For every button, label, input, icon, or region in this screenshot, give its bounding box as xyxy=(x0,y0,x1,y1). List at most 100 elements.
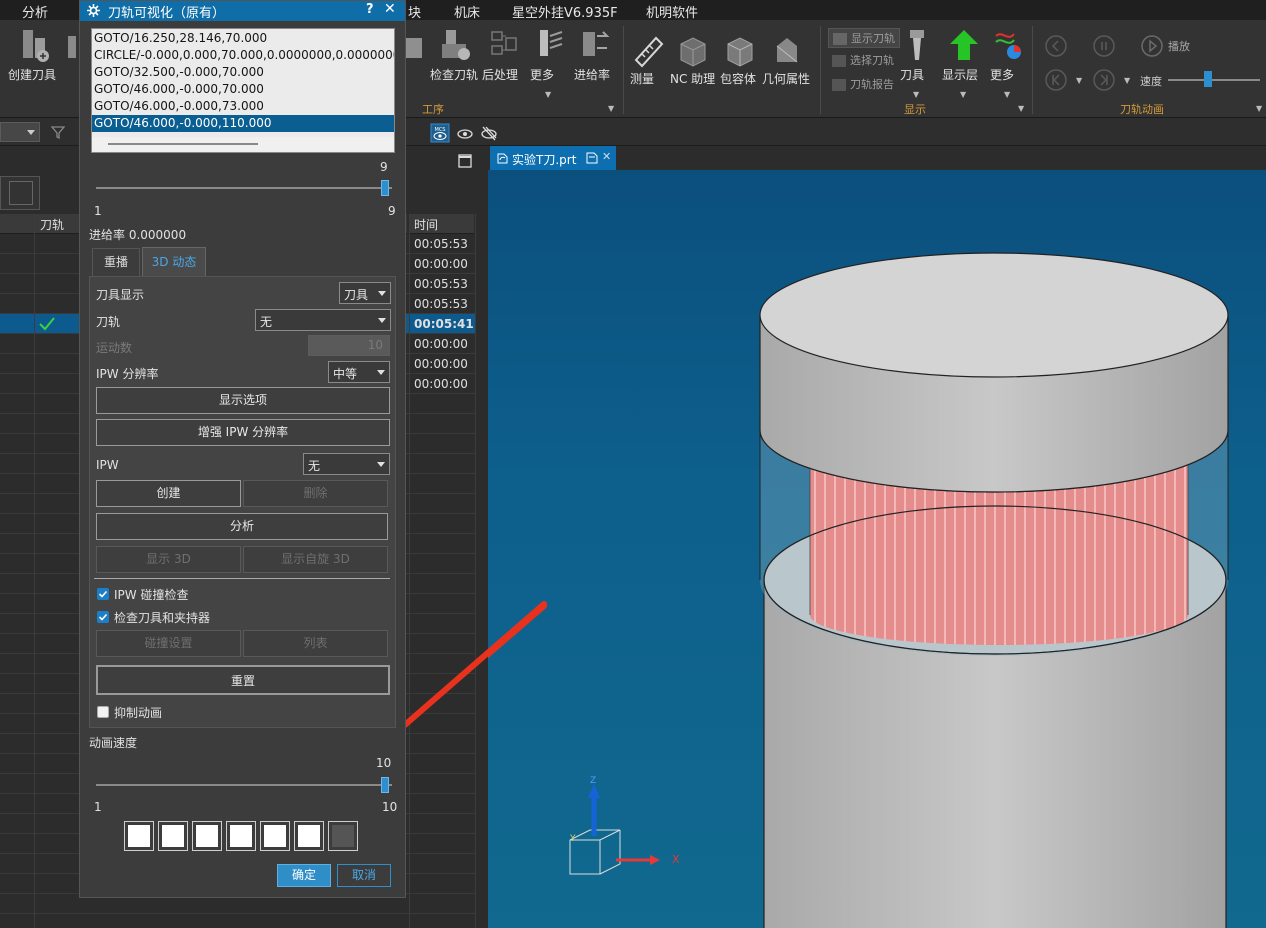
step-back-icon[interactable] xyxy=(1044,34,1068,58)
play-icon[interactable] xyxy=(1140,34,1164,58)
reset-button[interactable]: 重置 xyxy=(96,665,390,695)
filter-icon[interactable] xyxy=(50,124,66,140)
ipw-resolution-select[interactable]: 中等 xyxy=(328,361,390,383)
menu-block[interactable]: 块 xyxy=(408,2,421,21)
toolpath-list[interactable]: GOTO/16.250,28.146,70.000 CIRCLE/-0.000,0… xyxy=(91,28,395,153)
group-expand-icon[interactable]: ▼ xyxy=(1256,104,1262,113)
group-expand-icon[interactable]: ▼ xyxy=(608,104,614,113)
forward-icon[interactable] xyxy=(1092,68,1116,92)
close-icon[interactable]: ✕ xyxy=(384,1,396,17)
speed-level-fill xyxy=(264,825,286,847)
create-tool-button[interactable]: 创建刀具 xyxy=(8,28,60,82)
simulate-button[interactable]: 仿真 xyxy=(404,28,428,66)
menu-machine[interactable]: 机床 xyxy=(454,2,480,21)
speed-slider-track[interactable] xyxy=(1168,79,1260,81)
header-time[interactable]: 时间 xyxy=(410,214,474,234)
show-3d-button[interactable]: 显示 3D xyxy=(96,546,241,573)
show-toolpath-item[interactable]: 显示刀轨 xyxy=(828,28,900,48)
tab-replay[interactable]: 重播 xyxy=(92,248,140,276)
list-item[interactable]: GOTO/46.000,-0.000,110.000 xyxy=(92,115,394,132)
eye-icon[interactable] xyxy=(456,124,474,142)
chevron-down-icon[interactable]: ▼ xyxy=(1076,76,1082,85)
group-expand-icon[interactable]: ▼ xyxy=(1018,104,1024,113)
speed-slider-thumb[interactable] xyxy=(1204,71,1212,87)
slider1-max: 9 xyxy=(388,204,396,218)
hide-icon[interactable] xyxy=(480,124,498,142)
list-button[interactable]: 列表 xyxy=(243,630,388,657)
maximize-icon[interactable] xyxy=(458,154,472,168)
tool-display-button[interactable]: 刀具 ▼ xyxy=(900,28,934,99)
menu-analysis[interactable]: 分析 xyxy=(22,2,48,21)
suppress-animation-checkbox[interactable] xyxy=(97,706,109,718)
toolpath-select[interactable]: 无 xyxy=(255,309,391,331)
tab-replay-label: 重播 xyxy=(103,255,128,269)
feedrate-button[interactable]: 进给率 xyxy=(574,28,618,82)
speed-level-square xyxy=(158,821,188,851)
ipw-select[interactable]: 无 xyxy=(303,453,390,475)
grid-line xyxy=(409,214,410,928)
toolpath-report-item[interactable]: 刀轨报告 xyxy=(832,76,894,92)
speed-slider-thumb[interactable] xyxy=(381,777,389,793)
ipw-collision-checkbox[interactable] xyxy=(97,588,109,600)
help-icon[interactable]: ? xyxy=(366,2,374,17)
dialog-titlebar[interactable]: 刀轨可视化（原有） ? ✕ xyxy=(80,1,405,21)
display-layer-icon xyxy=(950,30,978,60)
list-scroll-thumb[interactable] xyxy=(108,143,258,145)
list-item[interactable]: CIRCLE/-0.000,0.000,70.000,0.0000000,0.0… xyxy=(92,47,394,64)
enhance-ipw-button[interactable]: 增强 IPW 分辨率 xyxy=(96,419,390,446)
nav-toolbar-button[interactable] xyxy=(0,176,40,210)
menu-xingkong-plugin[interactable]: 星空外挂V6.935F xyxy=(512,2,618,21)
list-item[interactable]: GOTO/46.000,-0.000,73.000 xyxy=(92,98,394,115)
ok-button[interactable]: 确定 xyxy=(277,864,331,887)
more-display-button[interactable]: 更多 ▼ xyxy=(990,28,1026,99)
tab-3d-dynamic[interactable]: 3D 动态 xyxy=(142,247,206,277)
filter-combo[interactable] xyxy=(0,122,40,142)
toolpath-visualization-dialog: 刀轨可视化（原有） ? ✕ GOTO/16.250,28.146,70.000 C… xyxy=(79,0,406,898)
toolpath-label: 刀轨 xyxy=(96,315,121,329)
speed-slider-track[interactable] xyxy=(96,784,392,786)
bounding-body-button[interactable]: 包容体 xyxy=(720,34,760,86)
ipw-resolution-value: 中等 xyxy=(333,367,358,381)
chevron-down-icon[interactable]: ▼ xyxy=(1124,76,1130,85)
analyze-button[interactable]: 分析 xyxy=(96,513,388,540)
check-tool-holder-checkbox[interactable] xyxy=(97,611,109,623)
create-button[interactable]: 创建 xyxy=(96,480,241,507)
display-layer-button[interactable]: 显示层 ▼ xyxy=(942,28,986,99)
graphics-viewport[interactable]: X Y Z xyxy=(488,170,1266,928)
list-item[interactable]: GOTO/16.250,28.146,70.000 xyxy=(92,30,394,47)
list-item[interactable]: GOTO/46.000,-0.000,70.000 xyxy=(92,81,394,98)
tool-display-select[interactable]: 刀具 xyxy=(339,282,391,304)
speed-level-square xyxy=(124,821,154,851)
close-tab-icon[interactable]: ✕ xyxy=(602,150,611,163)
menu-jiming-software[interactable]: 机明软件 xyxy=(646,2,698,21)
mcs-view-icon[interactable]: MCS xyxy=(430,123,450,143)
dialog-title: 刀轨可视化（原有） xyxy=(108,6,226,21)
collision-settings-button[interactable]: 碰撞设置 xyxy=(96,630,241,657)
nc-assistant-button[interactable]: NC 助理 xyxy=(670,34,716,86)
check-toolpath-button[interactable]: 检查刀轨 xyxy=(430,28,480,82)
geometry-properties-button[interactable]: 几何属性 xyxy=(762,34,812,86)
step-slider-track[interactable] xyxy=(96,187,392,189)
postprocess-button[interactable]: 后处理 xyxy=(482,28,524,82)
pause-icon[interactable] xyxy=(1092,34,1116,58)
rewind-icon[interactable] xyxy=(1044,68,1068,92)
document-tab[interactable]: 实验T刀.prt ✕ xyxy=(490,146,616,170)
delete-button[interactable]: 删除 xyxy=(243,480,388,507)
speed-level-fill xyxy=(128,825,150,847)
cancel-button[interactable]: 取消 xyxy=(337,864,391,887)
time-cell: 00:05:53 xyxy=(414,237,468,251)
motion-count-input[interactable]: 10 xyxy=(308,335,390,356)
step-slider-thumb[interactable] xyxy=(381,180,389,196)
show-spin-3d-button[interactable]: 显示自旋 3D xyxy=(243,546,388,573)
motion-count-value: 10 xyxy=(367,338,383,352)
list-item[interactable]: GOTO/32.500,-0.000,70.000 xyxy=(92,64,394,81)
more-operations-button[interactable]: 更多 ▼ xyxy=(530,28,568,99)
create-button[interactable]: 创 xyxy=(62,28,78,66)
display-options-button[interactable]: 显示选项 xyxy=(96,387,390,414)
select-toolpath-item[interactable]: 选择刀轨 xyxy=(832,52,894,68)
measure-button[interactable]: 测量 xyxy=(630,34,666,86)
postprocess-icon xyxy=(491,31,517,55)
play-label[interactable]: 播放 xyxy=(1168,38,1190,54)
list-scrollbar[interactable] xyxy=(92,137,394,152)
simulate-icon xyxy=(404,38,422,58)
